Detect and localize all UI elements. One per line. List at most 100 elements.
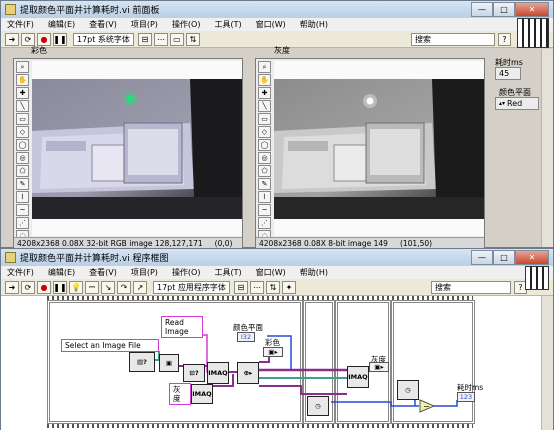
reorder-icon[interactable]: ⇅ [185, 32, 200, 46]
broken-line-icon[interactable]: ⋰ [258, 217, 271, 229]
gray-display-terminal[interactable]: ▣▸ [369, 362, 389, 372]
color-image-area[interactable] [32, 61, 242, 236]
imaq-create-node-1[interactable]: IMAQ [207, 362, 229, 384]
image-create-icon[interactable]: ▣ [159, 354, 179, 372]
zoom-icon[interactable]: ⌕ [258, 61, 271, 73]
search-input[interactable]: 搜索 [411, 32, 495, 46]
freehand-icon[interactable]: ✎ [16, 178, 29, 190]
step-out-icon[interactable]: ↗ [133, 280, 147, 294]
polygon-icon[interactable]: ⬠ [258, 165, 271, 177]
abort-icon[interactable]: ● [37, 32, 51, 46]
menu-view[interactable]: 查看(V) [89, 19, 117, 30]
front-panel-scrollbar[interactable] [541, 49, 553, 247]
menu-tools[interactable]: 工具(T) [214, 267, 241, 278]
menu-file[interactable]: 文件(F) [7, 267, 34, 278]
line-icon[interactable]: ╲ [258, 100, 271, 112]
menu-edit[interactable]: 编辑(E) [48, 19, 75, 30]
rect-icon[interactable]: ▭ [16, 113, 29, 125]
font-select[interactable]: 17pt 系统字体 [73, 32, 134, 46]
polyline-icon[interactable]: ⌇ [258, 191, 271, 203]
point-icon[interactable]: ✚ [16, 87, 29, 99]
cleanup-icon[interactable]: ✦ [281, 280, 296, 294]
pause-icon[interactable]: ❚❚ [53, 280, 67, 294]
close-button[interactable]: ✕ [515, 2, 549, 17]
run-arrow-icon[interactable]: ➜ [5, 280, 19, 294]
reorder-icon[interactable]: ⇅ [265, 280, 280, 294]
freeline-icon[interactable]: ~ [258, 204, 271, 216]
close-button[interactable]: ✕ [515, 250, 549, 265]
color-display-terminal[interactable]: ▣▸ [263, 347, 283, 357]
resize-icon[interactable]: ▭ [169, 32, 184, 46]
read-image-constant[interactable]: Read Image [161, 316, 203, 338]
imaq-create-node-2[interactable]: IMAQ [191, 384, 213, 404]
pause-icon[interactable]: ❚❚ [53, 32, 67, 46]
minimize-button[interactable]: — [471, 250, 493, 265]
file-dialog-express-icon[interactable]: ▤? [129, 352, 155, 372]
menu-edit[interactable]: 编辑(E) [48, 267, 75, 278]
maximize-button[interactable]: □ [493, 2, 515, 17]
polygon-icon[interactable]: ⬠ [16, 165, 29, 177]
menu-operate[interactable]: 操作(O) [172, 19, 201, 30]
menu-help[interactable]: 帮助(H) [300, 19, 328, 30]
color-plane-selector[interactable]: ▴▾ Red [495, 97, 539, 110]
align-icon[interactable]: ⊟ [137, 32, 152, 46]
block-diagram-scrollbar[interactable] [541, 296, 553, 430]
pan-icon[interactable]: ✋ [258, 74, 271, 86]
menu-project[interactable]: 项目(P) [131, 267, 158, 278]
align-icon[interactable]: ⊟ [233, 280, 248, 294]
rect-icon[interactable]: ▭ [258, 113, 271, 125]
imaq-readfile-node[interactable]: ⊕▸ [237, 362, 259, 384]
broken-line-icon[interactable]: ⋰ [16, 217, 29, 229]
run-continuous-icon[interactable]: ⟳ [21, 280, 35, 294]
elapsed-terminal[interactable]: 123 [457, 392, 475, 402]
vi-connector-pane-icon[interactable] [525, 266, 549, 290]
menu-project[interactable]: 项目(P) [131, 19, 158, 30]
highlight-execution-icon[interactable]: 💡 [69, 280, 83, 294]
distribute-icon[interactable]: ⋯ [249, 280, 264, 294]
color-plane-terminal[interactable]: I32 [237, 332, 255, 342]
point-icon[interactable]: ✚ [258, 87, 271, 99]
zoom-icon[interactable]: ⌕ [16, 61, 29, 73]
subtract-icon[interactable]: − [419, 399, 435, 413]
abort-icon[interactable]: ● [37, 280, 51, 294]
gray-name-constant[interactable]: 灰度 [169, 383, 191, 405]
help-icon[interactable]: ? [498, 32, 511, 46]
line-icon[interactable]: ╲ [16, 100, 29, 112]
menu-window[interactable]: 窗口(W) [256, 267, 286, 278]
font-select[interactable]: 17pt 应用程序字体 [153, 280, 230, 294]
freehand-icon[interactable]: ✎ [258, 178, 271, 190]
gray-image-area[interactable] [274, 61, 484, 236]
menu-view[interactable]: 查看(V) [89, 267, 117, 278]
minimize-button[interactable]: — [471, 2, 493, 17]
pan-icon[interactable]: ✋ [16, 74, 29, 86]
menu-tools[interactable]: 工具(T) [214, 19, 241, 30]
imaq-create-color-icon[interactable]: ⊡? [183, 364, 205, 382]
distribute-icon[interactable]: ⋯ [153, 32, 168, 46]
block-diagram-titlebar[interactable]: 提取颜色平面并计算耗时.vi 程序框图 — □ ✕ [1, 249, 553, 266]
vi-connector-pane-icon[interactable] [517, 18, 549, 48]
imaq-extract-plane-node[interactable]: IMAQ [347, 366, 369, 388]
select-image-file-constant[interactable]: Select an Image File [61, 339, 159, 352]
oval-icon[interactable]: ◯ [258, 139, 271, 151]
menu-file[interactable]: 文件(F) [7, 19, 34, 30]
menu-window[interactable]: 窗口(W) [256, 19, 286, 30]
rotated-rect-icon[interactable]: ◇ [258, 126, 271, 138]
annulus-icon[interactable]: ◎ [16, 152, 29, 164]
menu-operate[interactable]: 操作(O) [172, 267, 201, 278]
run-continuous-icon[interactable]: ⟳ [21, 32, 35, 46]
retain-wire-values-icon[interactable]: ⎓ [85, 280, 99, 294]
polyline-icon[interactable]: ⌇ [16, 191, 29, 203]
tick-count-start-icon[interactable]: ◷ [307, 396, 329, 416]
step-over-icon[interactable]: ↷ [117, 280, 131, 294]
oval-icon[interactable]: ◯ [16, 139, 29, 151]
step-into-icon[interactable]: ↘ [101, 280, 115, 294]
annulus-icon[interactable]: ◎ [258, 152, 271, 164]
menu-help[interactable]: 帮助(H) [300, 267, 328, 278]
search-input[interactable]: 搜索 [431, 280, 511, 294]
front-panel-titlebar[interactable]: 提取颜色平面并计算耗时.vi 前面板 — □ ✕ [1, 1, 553, 18]
color-plane-arrows-icon[interactable]: ▴▾ [499, 100, 505, 107]
maximize-button[interactable]: □ [493, 250, 515, 265]
tick-count-end-icon[interactable]: ◷ [397, 380, 419, 400]
freeline-icon[interactable]: ~ [16, 204, 29, 216]
run-arrow-icon[interactable]: ➜ [5, 32, 19, 46]
